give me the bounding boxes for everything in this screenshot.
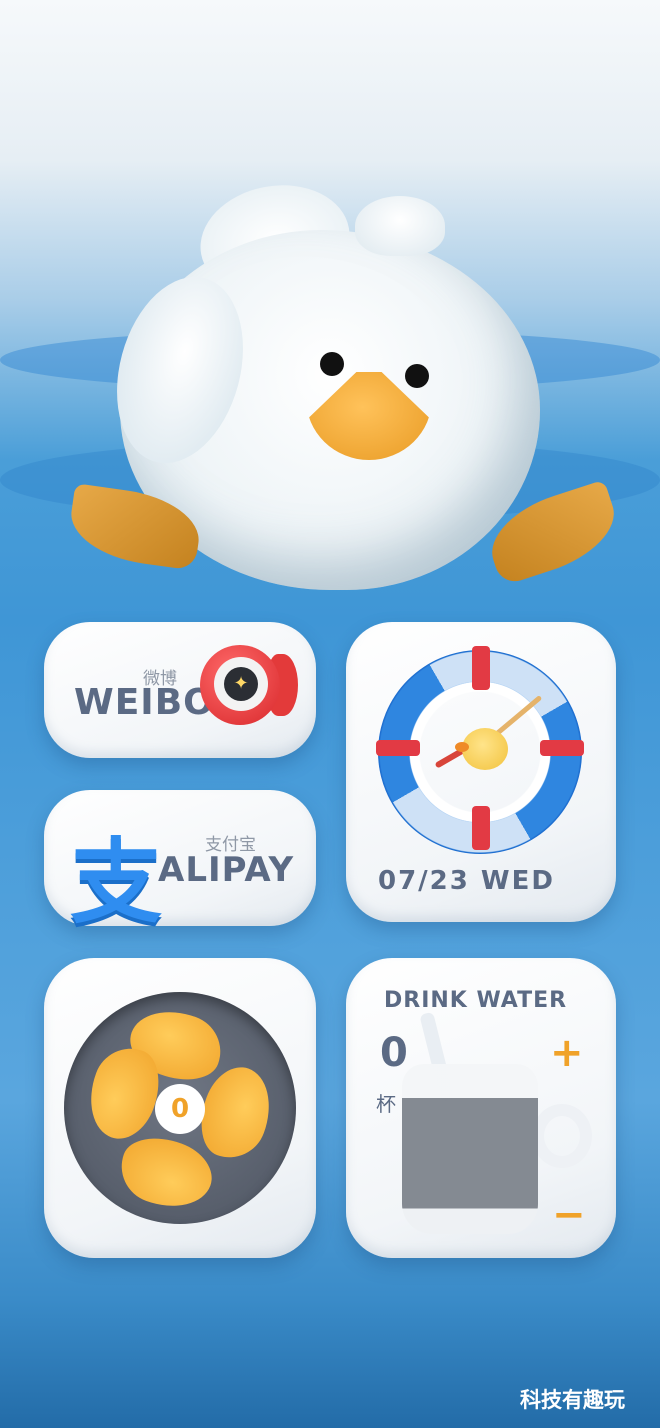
alipay-logo-icon: 支 bbox=[70, 829, 163, 936]
duck-illustration bbox=[0, 0, 660, 620]
fan-speed-value[interactable]: 0 bbox=[155, 1084, 205, 1134]
alipay-label-en: ALIPAY bbox=[158, 850, 295, 890]
duck-eye-right bbox=[405, 364, 429, 388]
drink-water-title: DRINK WATER bbox=[384, 988, 568, 1013]
chick-beak bbox=[455, 742, 469, 752]
weibo-eye-icon: ✦ bbox=[200, 645, 280, 725]
cup-handle bbox=[532, 1104, 592, 1168]
remove-water-button[interactable]: − bbox=[552, 1192, 586, 1238]
chick-center-icon bbox=[462, 728, 508, 770]
duck-crest bbox=[355, 196, 445, 256]
weibo-label-en: WEIBO bbox=[74, 682, 215, 723]
sparkle-icon: ✦ bbox=[224, 667, 258, 701]
water-unit: 杯 bbox=[376, 1092, 396, 1116]
cup-icon bbox=[402, 1064, 538, 1234]
lifebuoy-strap-right bbox=[540, 740, 584, 756]
add-water-button[interactable]: + bbox=[550, 1030, 584, 1076]
clock-date: 07/23 WED bbox=[378, 866, 555, 896]
lifebuoy-strap-bottom bbox=[472, 806, 490, 850]
duck-eye-left bbox=[320, 352, 344, 376]
water-count: 0 bbox=[380, 1030, 409, 1076]
lifebuoy-strap-left bbox=[376, 740, 420, 756]
watermark-text: 科技有趣玩 bbox=[520, 1388, 625, 1412]
lifebuoy-strap-top bbox=[472, 646, 490, 690]
